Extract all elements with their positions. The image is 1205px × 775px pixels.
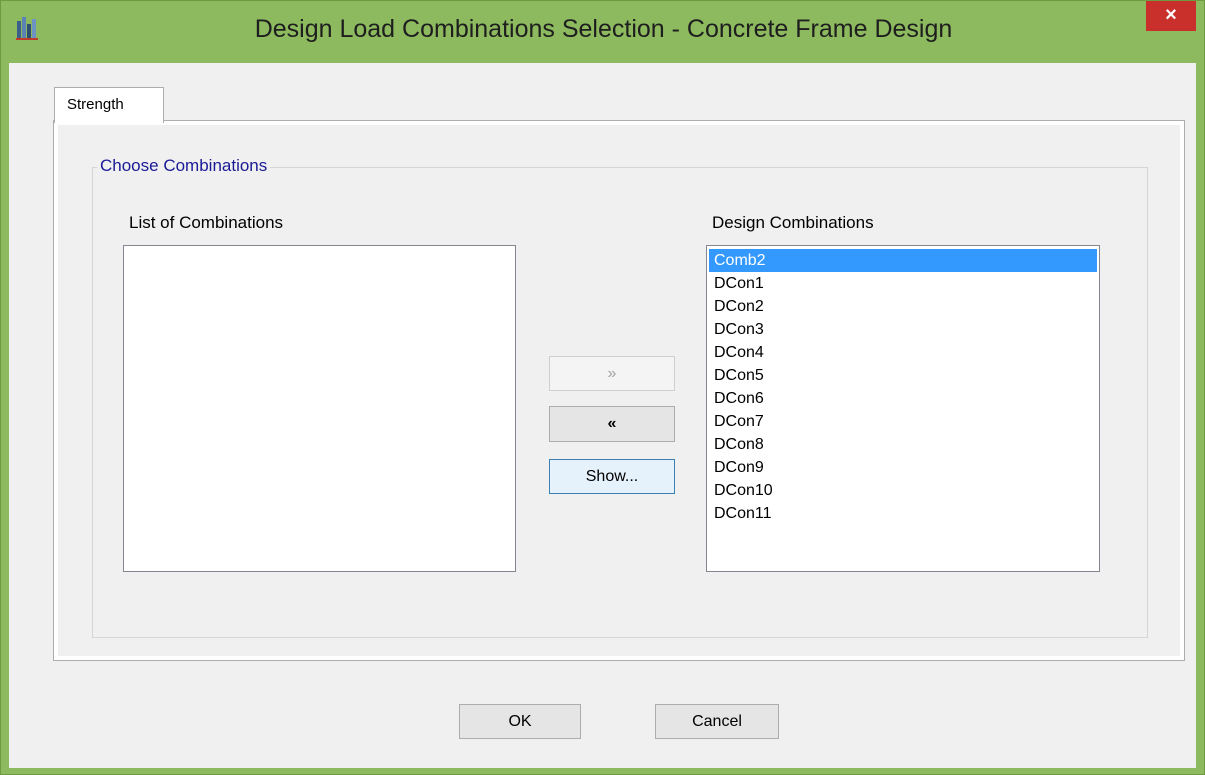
title-bar[interactable]: Design Load Combinations Selection - Con…	[1, 1, 1205, 63]
cancel-button[interactable]: Cancel	[655, 704, 779, 739]
design-combination-item[interactable]: DCon11	[709, 502, 1097, 525]
dialog-client-area: Strength Choose Combinations List of Com…	[9, 63, 1196, 768]
group-label: Choose Combinations	[97, 156, 271, 176]
tab-panel-body: Choose Combinations List of Combinations…	[58, 125, 1180, 656]
design-combination-item[interactable]: DCon1	[709, 272, 1097, 295]
design-combination-item[interactable]: DCon8	[709, 433, 1097, 456]
window-title: Design Load Combinations Selection - Con…	[254, 15, 953, 43]
ok-button[interactable]: OK	[459, 704, 581, 739]
close-button[interactable]: ×	[1146, 1, 1196, 31]
design-combination-item[interactable]: DCon3	[709, 318, 1097, 341]
design-combinations-label: Design Combinations	[712, 213, 874, 232]
design-combination-item[interactable]: DCon4	[709, 341, 1097, 364]
close-icon: ×	[1165, 4, 1177, 26]
list-of-combinations-listbox[interactable]	[123, 245, 516, 572]
remove-combination-button[interactable]: «	[549, 406, 675, 442]
tab-strength[interactable]: Strength	[54, 87, 164, 123]
design-combination-item[interactable]: DCon5	[709, 364, 1097, 387]
design-combination-item[interactable]: DCon6	[709, 387, 1097, 410]
design-combination-item[interactable]: Comb2	[709, 249, 1097, 272]
double-chevron-left-icon: «	[607, 415, 617, 432]
add-combination-button[interactable]: »	[549, 356, 675, 391]
dialog-window: Design Load Combinations Selection - Con…	[0, 0, 1205, 775]
design-combination-item[interactable]: DCon10	[709, 479, 1097, 502]
design-combination-item[interactable]: DCon2	[709, 295, 1097, 318]
design-combination-item[interactable]: DCon7	[709, 410, 1097, 433]
list-of-combinations-label: List of Combinations	[129, 213, 284, 232]
tab-panel-strength: Choose Combinations List of Combinations…	[53, 120, 1185, 661]
show-button[interactable]: Show...	[549, 459, 675, 494]
design-combinations-listbox[interactable]: Comb2 DCon1 DCon2 DCon3 DCon4 DCon5 DCon6 DCon7…	[706, 245, 1100, 572]
double-chevron-right-icon: »	[607, 365, 617, 382]
design-combination-item[interactable]: DCon9	[709, 456, 1097, 479]
